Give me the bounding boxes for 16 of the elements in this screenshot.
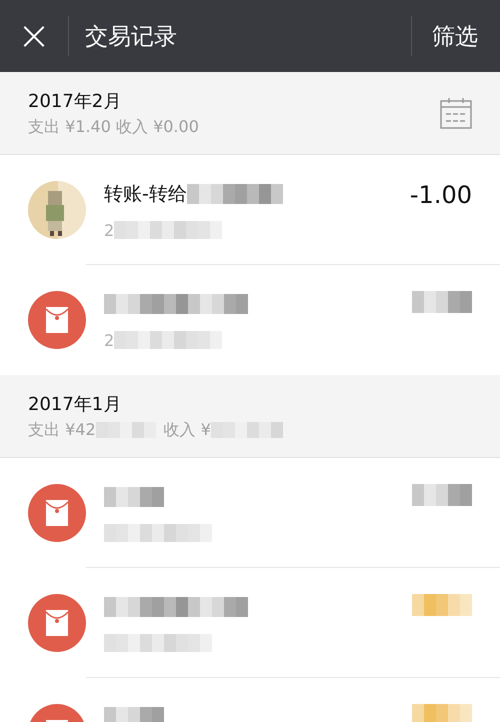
envelope-icon	[28, 291, 86, 349]
month-title: 2017年1月	[28, 392, 122, 416]
transaction-amount: -1.00	[410, 181, 472, 209]
month-summary: 支出 ¥1.40 收入 ¥0.00	[28, 116, 199, 138]
window-title: 交易记录	[84, 22, 178, 52]
envelope-icon	[28, 484, 86, 542]
transaction-title: 转账-转给	[104, 182, 187, 207]
filter-button[interactable]: 筛选	[412, 0, 500, 72]
close-button[interactable]: ×	[0, 0, 68, 72]
transaction-date: 2	[104, 220, 114, 240]
envelope-icon	[28, 594, 86, 652]
month-summary: 支出 ¥42	[28, 420, 96, 440]
month-title: 2017年2月	[28, 90, 122, 112]
month-summary: 收入 ¥	[164, 420, 211, 440]
transaction-row[interactable]: 转账-转给 2 -1.00	[0, 155, 500, 265]
transaction-date: 2	[104, 330, 114, 350]
